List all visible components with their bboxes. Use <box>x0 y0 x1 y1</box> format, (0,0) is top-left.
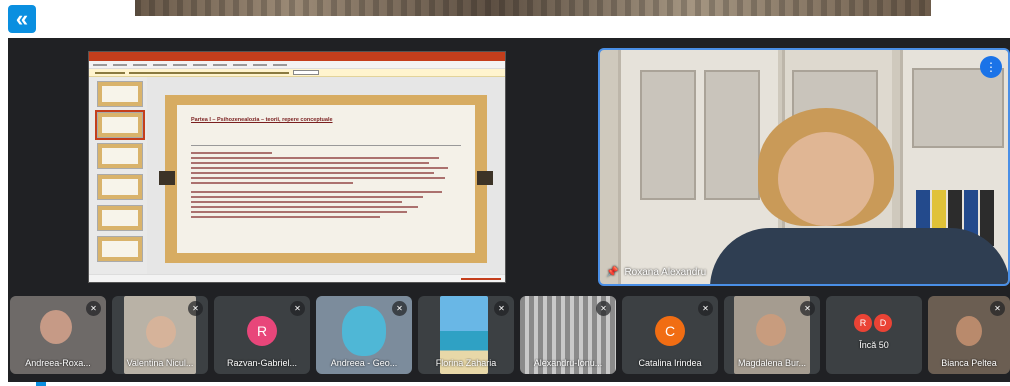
participant-name: Valentina Nicul... <box>126 358 194 368</box>
slide-thumbnail <box>97 81 143 107</box>
participant-name: Razvan-Gabriel... <box>226 358 298 368</box>
mic-off-icon: ✕ <box>800 301 815 316</box>
slide-thumbnail <box>97 236 143 262</box>
shared-screen: Partea I – Psihozenealozia – teorii, rep… <box>88 51 506 283</box>
page-accent <box>36 382 46 386</box>
participant-tile[interactable]: ✕ Bianca Peltea <box>928 296 1010 374</box>
pin-icon[interactable]: 📌 <box>606 267 618 278</box>
current-slide: Partea I – Psihozenealozia – teorii, rep… <box>159 95 493 263</box>
mic-off-icon: ✕ <box>188 301 203 316</box>
double-chevron-left-icon[interactable]: « <box>8 5 36 33</box>
participant-tile[interactable]: R ✕ Razvan-Gabriel... <box>214 296 310 374</box>
participant-tile[interactable]: ✕ Andreea - Geo... <box>316 296 412 374</box>
participant-tile[interactable]: ✕ Andreea-Roxa... <box>10 296 106 374</box>
participant-name: Bianca Peltea <box>941 358 997 368</box>
mic-off-icon: ✕ <box>990 301 1005 316</box>
participant-name: Catalina Irindea <box>638 358 702 368</box>
meeting-screenshot: Partea I – Psihozenealozia – teorii, rep… <box>8 38 1010 382</box>
avatar: R <box>854 314 872 332</box>
speaker-name-label: 📌 Roxana Alexandru <box>606 267 706 278</box>
slide-heading: Partea I – Psihozenealozia – teorii, rep… <box>191 117 333 123</box>
slide-thumbnail <box>97 205 143 231</box>
avatar: R <box>247 316 277 346</box>
speaker-video[interactable]: ⋮ 📌 Roxana Alexandru <box>598 48 1010 286</box>
slide-thumbnail <box>97 174 143 200</box>
more-participants-tile[interactable]: R D Încă 50 <box>826 296 922 374</box>
banner-photo <box>135 0 931 16</box>
participant-name: Andreea-Roxa... <box>25 358 91 368</box>
slide-canvas: Partea I – Psihozenealozia – teorii, rep… <box>147 77 505 274</box>
powerpoint-statusbar <box>89 274 505 282</box>
mic-off-icon: ✕ <box>290 301 305 316</box>
participant-tile[interactable]: ✕ Florina Zaharia <box>418 296 514 374</box>
participant-strip: ✕ Andreea-Roxa... ✕ Valentina Nicul... R… <box>8 296 1010 374</box>
speaker-name: Roxana Alexandru <box>624 267 707 278</box>
powerpoint-titlebar <box>89 52 505 61</box>
participant-name: Andreea - Geo... <box>330 358 398 368</box>
protected-view-bar <box>89 69 505 77</box>
participant-tile[interactable]: ✕ Alexandru-Ionu... <box>520 296 616 374</box>
participant-tile[interactable]: ✕ Magdalena Bur... <box>724 296 820 374</box>
mic-off-icon: ✕ <box>698 301 713 316</box>
mic-off-icon: ✕ <box>494 301 509 316</box>
page-root: « Partea I – Psihozenealozia – teorii, r… <box>0 0 1010 386</box>
participant-tile[interactable]: ✕ Valentina Nicul... <box>112 296 208 374</box>
mic-off-icon: ✕ <box>86 301 101 316</box>
powerpoint-ribbon <box>89 61 505 69</box>
slide-thumbnail <box>97 143 143 169</box>
slide-thumbnail <box>95 110 145 140</box>
participant-tile[interactable]: C ✕ Catalina Irindea <box>622 296 718 374</box>
avatar: D <box>874 314 892 332</box>
participant-name: Florina Zaharia <box>435 358 497 368</box>
participant-name: Încă 50 <box>859 340 889 350</box>
participant-name: Magdalena Bur... <box>737 358 807 368</box>
more-vertical-icon[interactable]: ⋮ <box>980 56 1002 78</box>
participant-name: Alexandru-Ionu... <box>533 358 603 368</box>
mic-off-icon: ✕ <box>596 301 611 316</box>
enable-editing-button <box>293 70 319 75</box>
slide-thumbnails <box>89 77 147 274</box>
mic-off-icon: ✕ <box>392 301 407 316</box>
avatar: C <box>655 316 685 346</box>
